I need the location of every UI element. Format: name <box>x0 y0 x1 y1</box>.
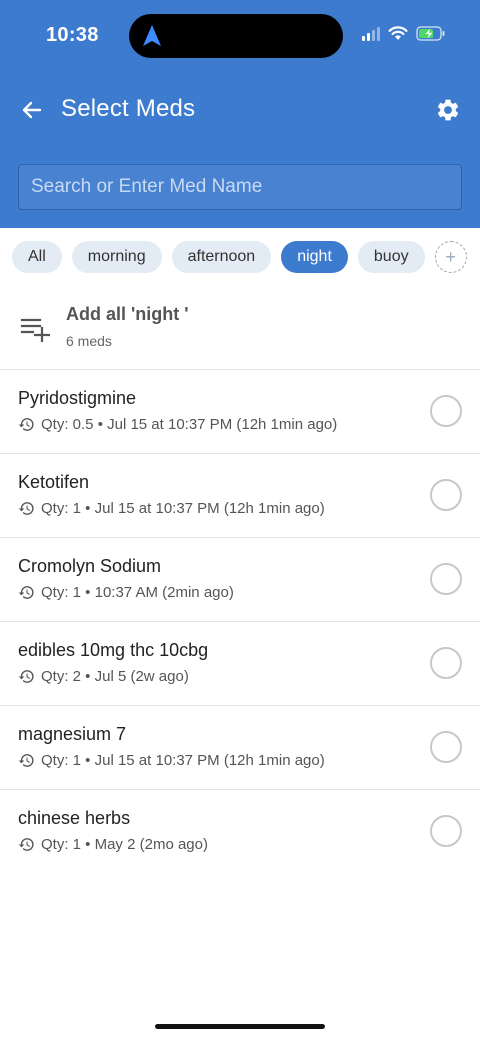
med-item[interactable]: magnesium 7 Qty: 1 • Jul 15 at 10:37 PM … <box>0 706 480 790</box>
status-time: 10:38 <box>46 24 99 46</box>
med-meta: Qty: 2 • Jul 5 (2w ago) <box>18 668 189 685</box>
med-meta: Qty: 1 • May 2 (2mo ago) <box>18 836 208 853</box>
settings-button[interactable] <box>432 94 464 126</box>
med-last-taken: Qty: 1 • 10:37 AM (2min ago) <box>41 584 234 601</box>
filter-chips: All morning afternoon night buoy + <box>12 241 480 273</box>
med-last-taken: Qty: 1 • May 2 (2mo ago) <box>41 836 208 853</box>
med-last-taken: Qty: 1 • Jul 15 at 10:37 PM (12h 1min ag… <box>41 500 325 517</box>
select-radio[interactable] <box>430 731 462 763</box>
med-meta: Qty: 0.5 • Jul 15 at 10:37 PM (12h 1min … <box>18 416 337 433</box>
med-name: Pyridostigmine <box>18 388 137 408</box>
add-chip-button[interactable]: + <box>434 241 467 273</box>
page-title: Select Meds <box>61 95 196 122</box>
history-icon <box>18 418 34 431</box>
med-name: Ketotifen <box>18 472 90 492</box>
navigation-arrow-icon <box>143 25 161 46</box>
chip-buoy[interactable]: buoy <box>357 241 425 273</box>
back-button[interactable] <box>16 94 48 126</box>
status-icons <box>362 26 446 41</box>
select-radio[interactable] <box>430 647 462 679</box>
chip-all[interactable]: All <box>12 241 62 273</box>
battery-charging-icon <box>416 26 445 41</box>
med-meta: Qty: 1 • 10:37 AM (2min ago) <box>18 584 234 601</box>
med-name: chinese herbs <box>18 808 131 828</box>
med-item[interactable]: edibles 10mg thc 10cbg Qty: 2 • Jul 5 (2… <box>0 622 480 706</box>
select-radio[interactable] <box>430 395 462 427</box>
history-icon <box>18 670 34 683</box>
med-item[interactable]: chinese herbs Qty: 1 • May 2 (2mo ago) <box>0 790 480 874</box>
med-name: edibles 10mg thc 10cbg <box>18 640 209 660</box>
app-header: 10:38 Select Meds <box>0 0 480 228</box>
history-icon <box>18 754 34 767</box>
history-icon <box>18 838 34 851</box>
plus-icon: + <box>445 246 456 267</box>
med-list: Pyridostigmine Qty: 0.5 • Jul 15 at 10:3… <box>0 370 480 874</box>
chip-afternoon[interactable]: afternoon <box>171 241 272 273</box>
playlist-add-icon <box>20 318 50 342</box>
arrow-left-icon <box>22 101 42 119</box>
select-radio[interactable] <box>430 479 462 511</box>
med-meta: Qty: 1 • Jul 15 at 10:37 PM (12h 1min ag… <box>18 500 325 517</box>
select-radio[interactable] <box>430 563 462 595</box>
search-field[interactable] <box>18 164 462 210</box>
home-indicator[interactable] <box>155 1024 325 1029</box>
title-bar: Select Meds <box>0 88 480 132</box>
med-item[interactable]: Ketotifen Qty: 1 • Jul 15 at 10:37 PM (1… <box>0 454 480 538</box>
med-last-taken: Qty: 2 • Jul 5 (2w ago) <box>41 668 189 685</box>
add-all-title: Add all 'night ' <box>66 304 189 324</box>
history-icon <box>18 502 34 515</box>
med-last-taken: Qty: 1 • Jul 15 at 10:37 PM (12h 1min ag… <box>41 752 325 769</box>
med-name: Cromolyn Sodium <box>18 556 162 576</box>
chip-night[interactable]: night <box>281 241 348 273</box>
search-input[interactable] <box>19 165 461 209</box>
wifi-icon <box>388 26 408 40</box>
med-name: magnesium 7 <box>18 724 127 744</box>
add-all-count: 6 meds <box>66 333 112 349</box>
dynamic-island <box>129 14 343 58</box>
med-last-taken: Qty: 0.5 • Jul 15 at 10:37 PM (12h 1min … <box>41 416 338 433</box>
gear-icon <box>437 99 459 121</box>
add-all-row[interactable]: Add all 'night ' 6 meds <box>0 290 480 370</box>
med-meta: Qty: 1 • Jul 15 at 10:37 PM (12h 1min ag… <box>18 752 325 769</box>
history-icon <box>18 586 34 599</box>
cellular-signal-icon <box>362 26 380 41</box>
select-radio[interactable] <box>430 815 462 847</box>
chip-morning[interactable]: morning <box>71 241 162 273</box>
med-item[interactable]: Pyridostigmine Qty: 0.5 • Jul 15 at 10:3… <box>0 370 480 454</box>
med-item[interactable]: Cromolyn Sodium Qty: 1 • 10:37 AM (2min … <box>0 538 480 622</box>
